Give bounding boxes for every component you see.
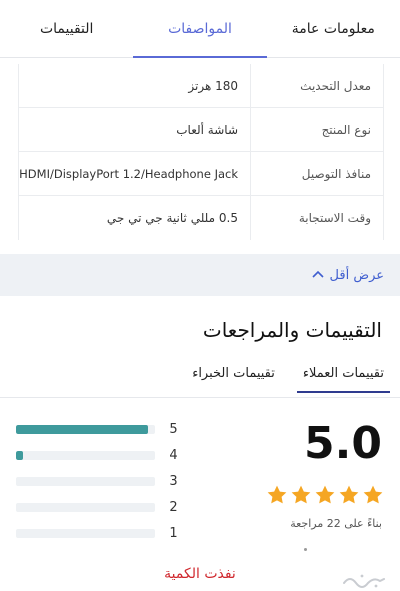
- tab-expert-reviews-label: تقييمات الخبراء: [192, 366, 275, 381]
- rating-bar-row: 4: [16, 442, 186, 468]
- spec-key: معدل التحديث: [250, 64, 383, 107]
- star-icon: [363, 485, 383, 504]
- spec-value: 180 هرتز: [188, 78, 238, 93]
- divider-dot: [304, 548, 307, 551]
- rating-bar-row: 2: [16, 494, 186, 520]
- rating-bar-track: [16, 528, 155, 538]
- review-count: بناءً على 22 مراجعة: [290, 517, 382, 530]
- tab-customer-reviews-label: تقييمات العملاء: [302, 366, 384, 381]
- rating-bar-label: 1: [169, 525, 178, 541]
- tab-ratings-label: التقييمات: [39, 20, 94, 37]
- reviews-tabs: تقييمات العملاء تقييمات الخبراء: [192, 362, 391, 393]
- spec-value: 0.5 مللي ثانية جي تي جي: [106, 211, 238, 225]
- rating-bar-row: 5: [16, 416, 186, 442]
- tab-customer-reviews[interactable]: تقييمات العملاء: [296, 362, 391, 393]
- reviews-title: التقييمات والمراجعات: [202, 318, 382, 342]
- rating-distribution: 5 4 3 2 1: [16, 416, 186, 546]
- spec-value: HDMI/DisplayPort 1.2/Headphone Jack: [19, 166, 238, 181]
- spec-key: منافذ التوصيل: [250, 152, 383, 195]
- rating-bar-label: 5: [169, 421, 178, 437]
- spec-value: شاشة ألعاب: [176, 122, 238, 137]
- product-tabs: معلومات عامة المواصفات التقييمات: [0, 0, 400, 58]
- chevron-up-icon: [311, 268, 324, 281]
- rating-bar-row: 1: [16, 520, 186, 546]
- tab-general-info[interactable]: معلومات عامة: [267, 0, 400, 57]
- show-less-label: عرض أقل: [329, 267, 384, 283]
- rating-bar-track: [16, 502, 155, 512]
- rating-bar-label: 4: [169, 447, 178, 463]
- specifications-table: معدل التحديث 180 هرتز نوع المنتج شاشة أل…: [18, 64, 384, 240]
- show-less-button[interactable]: عرض أقل: [0, 254, 400, 296]
- star-icon: [315, 485, 335, 504]
- tab-expert-reviews[interactable]: تقييمات الخبراء: [192, 362, 275, 393]
- rating-bar-row: 3: [16, 468, 186, 494]
- rating-bar-track: [16, 450, 155, 460]
- star-icon: [339, 485, 359, 504]
- rating-bar-fill: [16, 450, 23, 460]
- rating-bar-track: [16, 476, 155, 486]
- star-rating: [266, 484, 384, 506]
- spec-row-ports: منافذ التوصيل HDMI/DisplayPort 1.2/Headp…: [19, 152, 383, 196]
- star-icon: [291, 485, 311, 504]
- watermark-logo-icon: [343, 574, 385, 588]
- rating-bar-track: [16, 424, 155, 434]
- spec-row-refresh-rate: معدل التحديث 180 هرتز: [19, 64, 383, 108]
- rating-bar-label: 3: [169, 473, 178, 489]
- spec-key: وقت الاستجابة: [250, 196, 383, 240]
- average-score: 5.0: [304, 418, 382, 469]
- tab-specifications-label: المواصفات: [168, 20, 232, 37]
- spec-row-response-time: وقت الاستجابة 0.5 مللي ثانية جي تي جي: [19, 196, 383, 240]
- tab-specifications[interactable]: المواصفات: [133, 0, 268, 58]
- spec-row-product-type: نوع المنتج شاشة ألعاب: [19, 108, 383, 152]
- reviews-divider: [0, 397, 400, 398]
- tab-ratings[interactable]: التقييمات: [0, 0, 133, 57]
- spec-key: نوع المنتج: [250, 108, 383, 151]
- star-icon: [267, 485, 287, 504]
- tab-general-info-label: معلومات عامة: [291, 20, 375, 37]
- rating-bar-label: 2: [169, 499, 178, 515]
- rating-bar-fill: [16, 424, 148, 434]
